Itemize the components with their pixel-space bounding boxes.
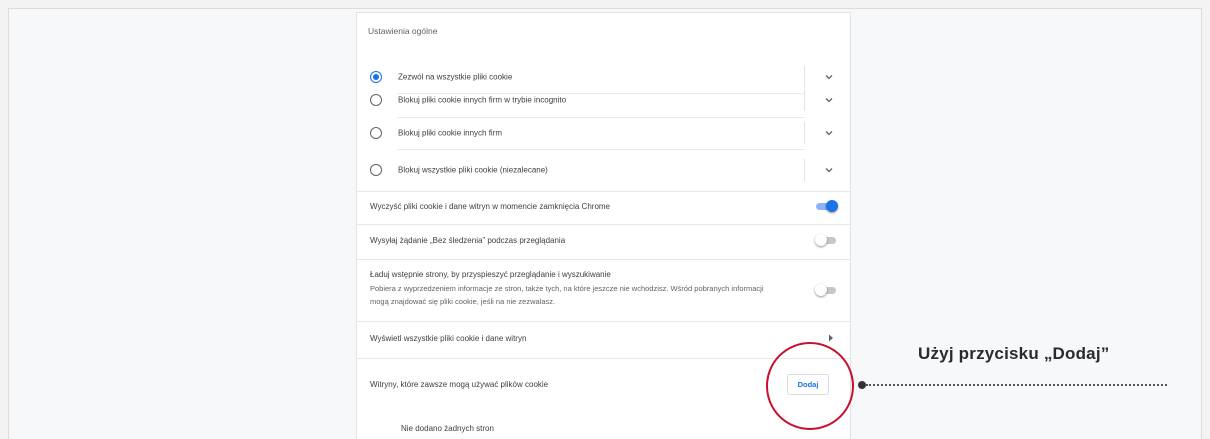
preload-title: Ładuj wstępnie strony, by przyspieszyć p… [370, 270, 611, 279]
radio-row-block-all[interactable]: Blokuj wszystkie pliki cookie (niezaleca… [357, 153, 850, 186]
toggle-knob [815, 234, 827, 246]
chevron-down-icon[interactable] [824, 96, 834, 104]
do-not-track-label: Wysyłaj żądanie „Bez śledzenia” podczas … [370, 236, 566, 245]
divider [804, 88, 805, 111]
divider [804, 121, 805, 144]
preload-toggle[interactable] [815, 284, 836, 296]
radio-button-selected[interactable] [370, 70, 382, 83]
arrow-right-icon[interactable] [828, 334, 834, 342]
divider [397, 149, 805, 150]
radio-label: Zezwól na wszystkie pliki cookie [398, 72, 513, 81]
radio-row-block-incognito[interactable]: Blokuj pliki cookie innych firm w trybie… [357, 83, 850, 116]
radio-button[interactable] [370, 163, 382, 176]
clear-on-exit-toggle[interactable] [816, 200, 838, 212]
radio-button[interactable] [370, 126, 382, 139]
radio-row-block-third-party[interactable]: Blokuj pliki cookie innych firm [357, 116, 850, 149]
section-title: Ustawienia ogólne [368, 26, 438, 36]
radio-label: Blokuj pliki cookie innych firm w trybie… [398, 95, 567, 104]
pointer-dot [858, 381, 866, 389]
allowed-sites-label: Witryny, które zawsze mogą używać plików… [370, 380, 549, 389]
view-all-cookies-link[interactable]: Wyświetl wszystkie pliki cookie i dane w… [370, 334, 526, 343]
pointer-dotted-line [866, 384, 1167, 386]
section-divider [357, 224, 850, 225]
do-not-track-toggle[interactable] [815, 234, 836, 246]
empty-list-text: Nie dodano żadnych stron [401, 424, 494, 433]
toggle-knob [826, 200, 838, 212]
toggle-knob [815, 284, 827, 296]
highlight-circle [766, 342, 854, 430]
callout-text: Użyj przycisku „Dodaj” [918, 344, 1110, 363]
chevron-down-icon[interactable] [824, 73, 834, 81]
section-divider [357, 321, 850, 322]
clear-on-exit-label: Wyczyść pliki cookie i dane witryn w mom… [370, 202, 611, 211]
chevron-down-icon[interactable] [824, 166, 834, 174]
radio-label: Blokuj pliki cookie innych firm [398, 128, 503, 137]
chevron-down-icon[interactable] [824, 129, 834, 137]
section-divider [357, 259, 850, 260]
divider [804, 158, 805, 181]
section-divider [357, 191, 850, 192]
radio-button[interactable] [370, 93, 382, 106]
radio-label: Blokuj wszystkie pliki cookie (niezaleca… [398, 165, 548, 174]
preload-description: Pobiera z wyprzedzeniem informacje ze st… [370, 284, 764, 306]
